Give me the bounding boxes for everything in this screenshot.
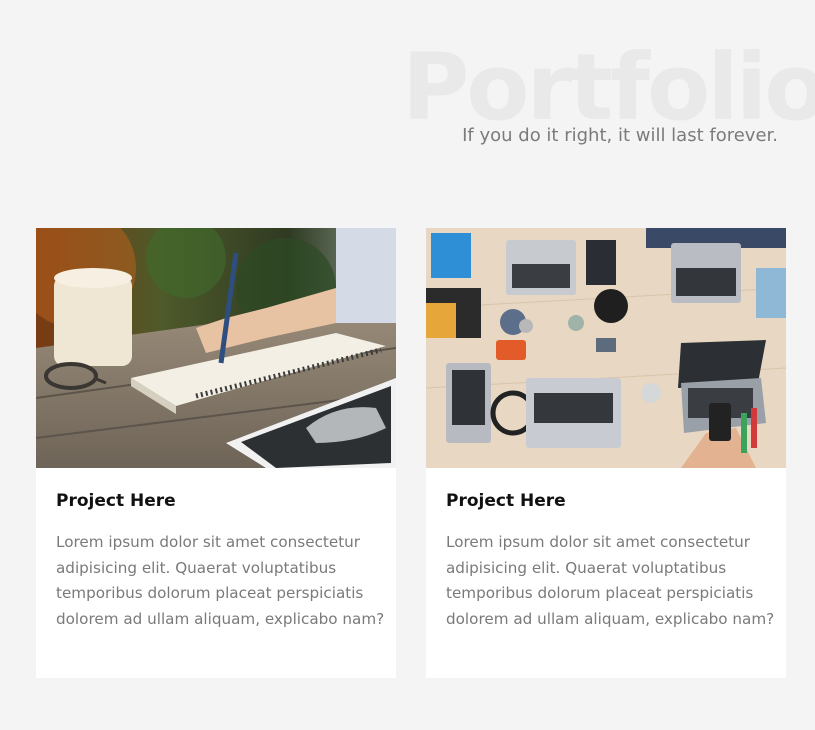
project-image-team[interactable] [426,228,786,468]
project-image-writing[interactable] [36,228,396,468]
project-title[interactable]: Project Here [446,491,566,511]
project-title[interactable]: Project Here [56,491,176,511]
section-watermark-title: Portfolio [402,34,815,141]
project-card[interactable]: Project Here Lorem ipsum dolor sit amet … [426,228,786,678]
section-subtitle: If you do it right, it will last forever… [462,125,778,146]
project-card[interactable]: Project Here Lorem ipsum dolor sit amet … [36,228,396,678]
portfolio-section: Portfolio If you do it right, it will la… [0,0,815,730]
project-description: Lorem ipsum dolor sit amet consectetur a… [446,533,775,628]
project-description: Lorem ipsum dolor sit amet consectetur a… [56,533,385,628]
